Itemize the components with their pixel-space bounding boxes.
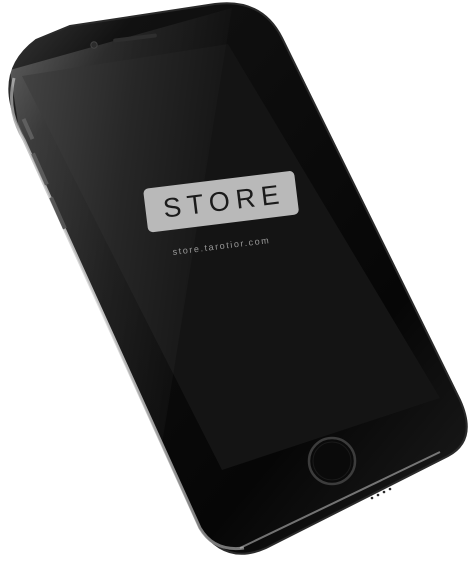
front-camera-icon — [90, 41, 98, 49]
phone-mockup: STORE store.tarotior.com — [0, 0, 476, 572]
phone-illustration — [8, 2, 468, 555]
home-button-icon — [307, 436, 357, 486]
